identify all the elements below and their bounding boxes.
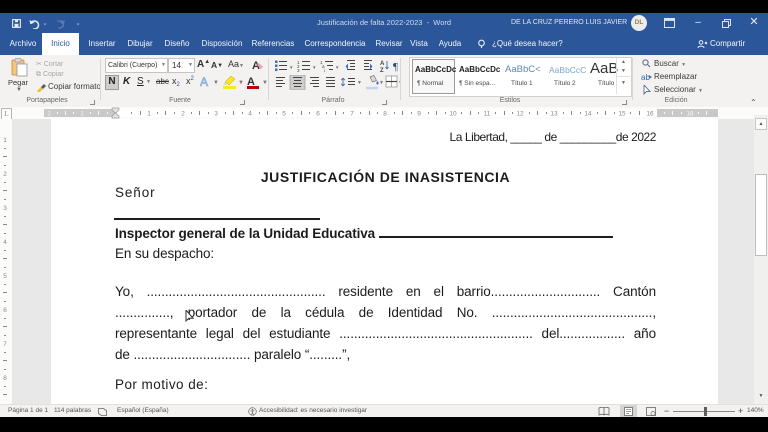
svg-text:10: 10 <box>449 111 457 118</box>
svg-text:12: 12 <box>516 111 524 118</box>
svg-text:3: 3 <box>214 111 218 118</box>
svg-text:2: 2 <box>181 111 185 118</box>
svg-text:i: i <box>324 68 325 72</box>
svg-text:1: 1 <box>147 111 151 118</box>
svg-text:3: 3 <box>297 68 300 72</box>
svg-text:6: 6 <box>316 111 320 118</box>
svg-text:4: 4 <box>248 111 252 118</box>
svg-text:▼: ▼ <box>213 80 219 86</box>
svg-text:14: 14 <box>584 111 592 118</box>
svg-text:▼: ▼ <box>379 80 384 86</box>
svg-text:2: 2 <box>47 111 51 118</box>
svg-text:15: 15 <box>618 111 626 118</box>
svg-text:▼: ▼ <box>312 65 316 70</box>
svg-text:2: 2 <box>3 171 7 178</box>
svg-text:▼: ▼ <box>289 65 293 70</box>
svg-text:3: 3 <box>3 205 7 212</box>
svg-text:7: 7 <box>3 341 7 348</box>
svg-text:6: 6 <box>3 307 7 314</box>
svg-text:8: 8 <box>3 375 7 382</box>
svg-text:1: 1 <box>80 111 84 118</box>
svg-text:1: 1 <box>3 137 7 144</box>
svg-text:¶: ¶ <box>393 61 398 72</box>
svg-text:16: 16 <box>646 111 654 118</box>
svg-text:4: 4 <box>3 239 7 246</box>
svg-text:8: 8 <box>383 111 387 118</box>
svg-text:▼: ▼ <box>357 80 362 86</box>
svg-text:A: A <box>200 75 208 88</box>
svg-text:▼: ▼ <box>335 65 339 70</box>
svg-text:13: 13 <box>550 111 558 118</box>
svg-text:A: A <box>380 61 385 67</box>
svg-text:▼: ▼ <box>238 80 244 86</box>
svg-text:9: 9 <box>417 111 421 118</box>
svg-text:5: 5 <box>282 111 286 118</box>
svg-text:Z: Z <box>380 68 384 72</box>
svg-text:7: 7 <box>350 111 354 118</box>
svg-text:5: 5 <box>3 273 7 280</box>
svg-text:11: 11 <box>484 111 491 118</box>
svg-text:18: 18 <box>686 111 694 118</box>
